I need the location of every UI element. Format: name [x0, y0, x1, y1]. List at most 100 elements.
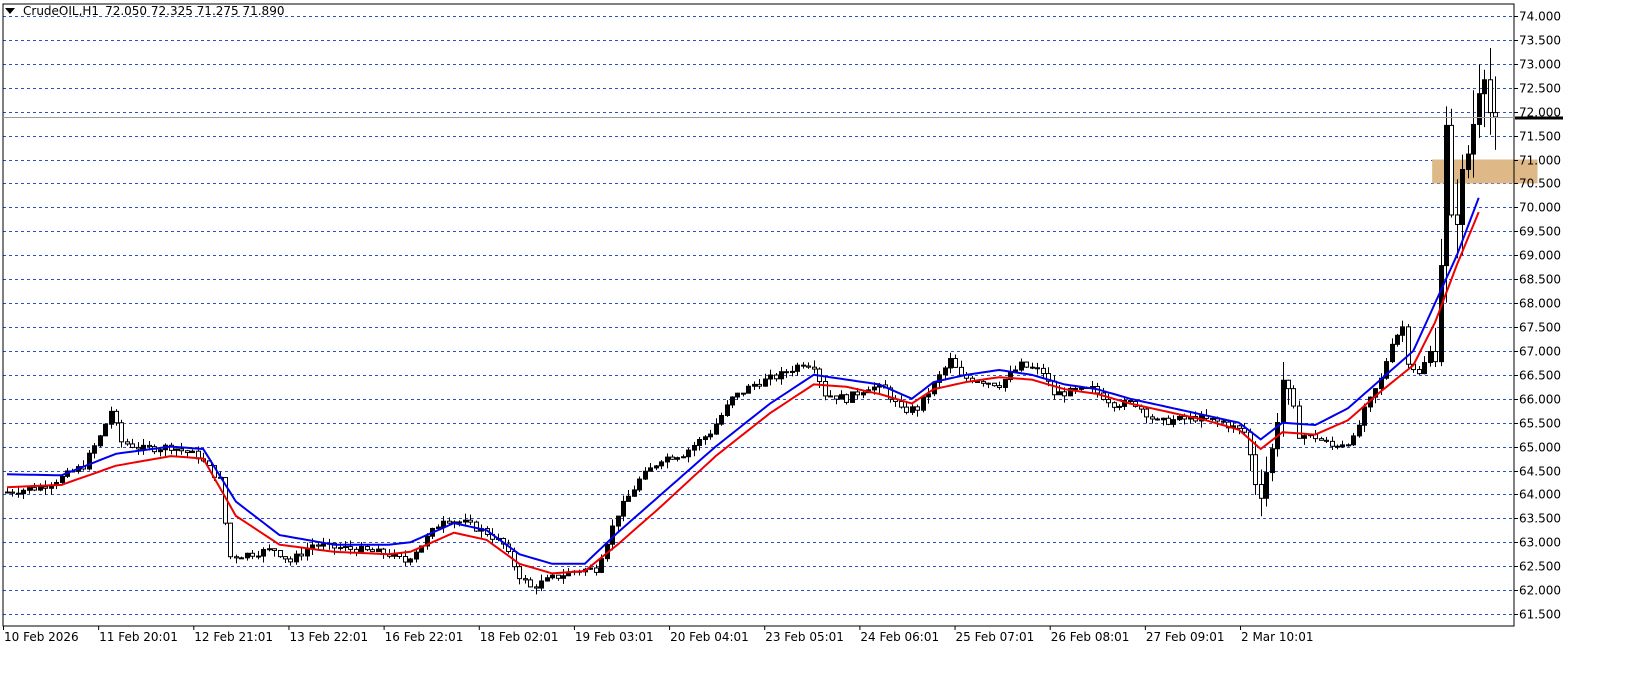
candle-body — [654, 465, 659, 469]
chart-svg[interactable]: 74.00073.50073.00072.50072.00071.50071.0… — [0, 0, 1641, 678]
candle-body — [32, 487, 37, 491]
y-tick-label: 68.000 — [1519, 297, 1561, 311]
candle-body — [1302, 435, 1307, 439]
candle-body — [1357, 424, 1362, 437]
y-tick-label: 62.500 — [1519, 560, 1561, 574]
candle-body — [790, 370, 795, 373]
candle-body — [109, 410, 114, 425]
current-price-marker — [1515, 116, 1563, 120]
y-tick-label: 64.500 — [1519, 465, 1561, 479]
candle-body — [692, 444, 697, 451]
candle-body — [1422, 362, 1427, 375]
candle-body — [1449, 124, 1454, 216]
x-tick-label: 27 Feb 09:01 — [1146, 630, 1225, 644]
x-tick-label: 13 Feb 22:01 — [289, 630, 368, 644]
candle-body — [1264, 472, 1269, 499]
candle-body — [1291, 388, 1296, 407]
candle-body — [370, 549, 375, 553]
candle-body — [1400, 326, 1405, 336]
candle-body — [844, 394, 849, 403]
candle-body — [130, 443, 135, 448]
candle-body — [648, 467, 653, 472]
candle-body — [1024, 361, 1029, 368]
candle-body — [283, 556, 288, 560]
candle-body — [921, 396, 926, 411]
y-tick-label: 73.000 — [1519, 58, 1561, 72]
ohlc-readout: 72.050 72.325 71.275 71.890 — [105, 4, 285, 18]
candle-body — [528, 579, 533, 588]
candle-body — [539, 580, 544, 589]
candle-body — [855, 391, 860, 396]
y-tick-label: 66.000 — [1519, 393, 1561, 407]
candle-body — [1319, 438, 1324, 441]
chart-container[interactable]: 74.000 73.500 73.000 72.500 72.000 71.500 71.0… — [0, 0, 1641, 678]
candle-body — [1488, 79, 1493, 114]
candle-body — [708, 433, 713, 438]
candle-body — [861, 392, 866, 396]
candle-body — [1161, 417, 1166, 421]
candle-body — [239, 557, 244, 560]
candle-body — [119, 422, 124, 443]
candle-body — [725, 404, 730, 417]
candle-body — [60, 475, 65, 483]
x-tick-label: 11 Feb 20:01 — [99, 630, 178, 644]
candle-body — [899, 401, 904, 408]
candle-body — [92, 445, 97, 454]
candle-body — [774, 374, 779, 380]
candle-body — [348, 546, 353, 550]
candle-body — [16, 492, 21, 495]
candle-body — [43, 486, 48, 489]
candle-body — [953, 358, 958, 368]
candle-body — [365, 545, 370, 551]
symbol-label: CrudeOIL,H1 — [23, 4, 100, 18]
candle-body — [1482, 79, 1487, 95]
candle-body — [594, 567, 599, 573]
candle-body — [1281, 379, 1286, 424]
candle-body — [523, 578, 528, 581]
candle-body — [1433, 350, 1438, 363]
candle-body — [1406, 326, 1411, 365]
candle-body — [1253, 454, 1258, 486]
candle-body — [686, 449, 691, 458]
candle-body — [1455, 214, 1460, 225]
candle-body — [1035, 367, 1040, 370]
candle-body — [1177, 415, 1182, 421]
y-tick-label: 72.500 — [1519, 82, 1561, 96]
candle-body — [986, 382, 991, 385]
candle-body — [98, 435, 103, 447]
candle-body — [752, 383, 757, 387]
x-tick-label: 10 Feb 2026 — [4, 630, 79, 644]
candle-body — [675, 457, 680, 460]
candle-body — [659, 461, 664, 467]
candle-body — [779, 371, 784, 380]
candle-body — [305, 548, 310, 557]
candle-body — [550, 574, 555, 579]
candle-body — [294, 553, 299, 563]
candle-body — [447, 520, 452, 524]
candle-body — [147, 444, 152, 448]
candle-body — [1112, 402, 1117, 408]
candle-body — [741, 392, 746, 395]
candle-body — [1155, 418, 1160, 421]
collapse-triangle-icon[interactable] — [5, 8, 15, 14]
y-tick-label: 71.500 — [1519, 130, 1561, 144]
candle-body — [288, 558, 293, 563]
candle-body — [1041, 367, 1046, 375]
candle-body — [278, 550, 283, 558]
x-tick-label: 18 Feb 02:01 — [480, 630, 559, 644]
candle-body — [1259, 484, 1264, 499]
candle-body — [27, 487, 32, 491]
candle-body — [828, 395, 833, 398]
candle-body — [943, 367, 948, 376]
candle-body — [414, 551, 419, 560]
candle-body — [1417, 369, 1422, 375]
candle-body — [757, 383, 762, 387]
candle-body — [534, 586, 539, 589]
candle-body — [616, 515, 621, 527]
y-tick-label: 66.500 — [1519, 369, 1561, 383]
chart-header: CrudeOIL,H1 72.050 72.325 71.275 71.890 — [5, 4, 284, 18]
candle-body — [463, 519, 468, 523]
candle-body — [1330, 440, 1335, 447]
candle-body — [915, 406, 920, 411]
x-tick-label: 23 Feb 05:01 — [765, 630, 844, 644]
